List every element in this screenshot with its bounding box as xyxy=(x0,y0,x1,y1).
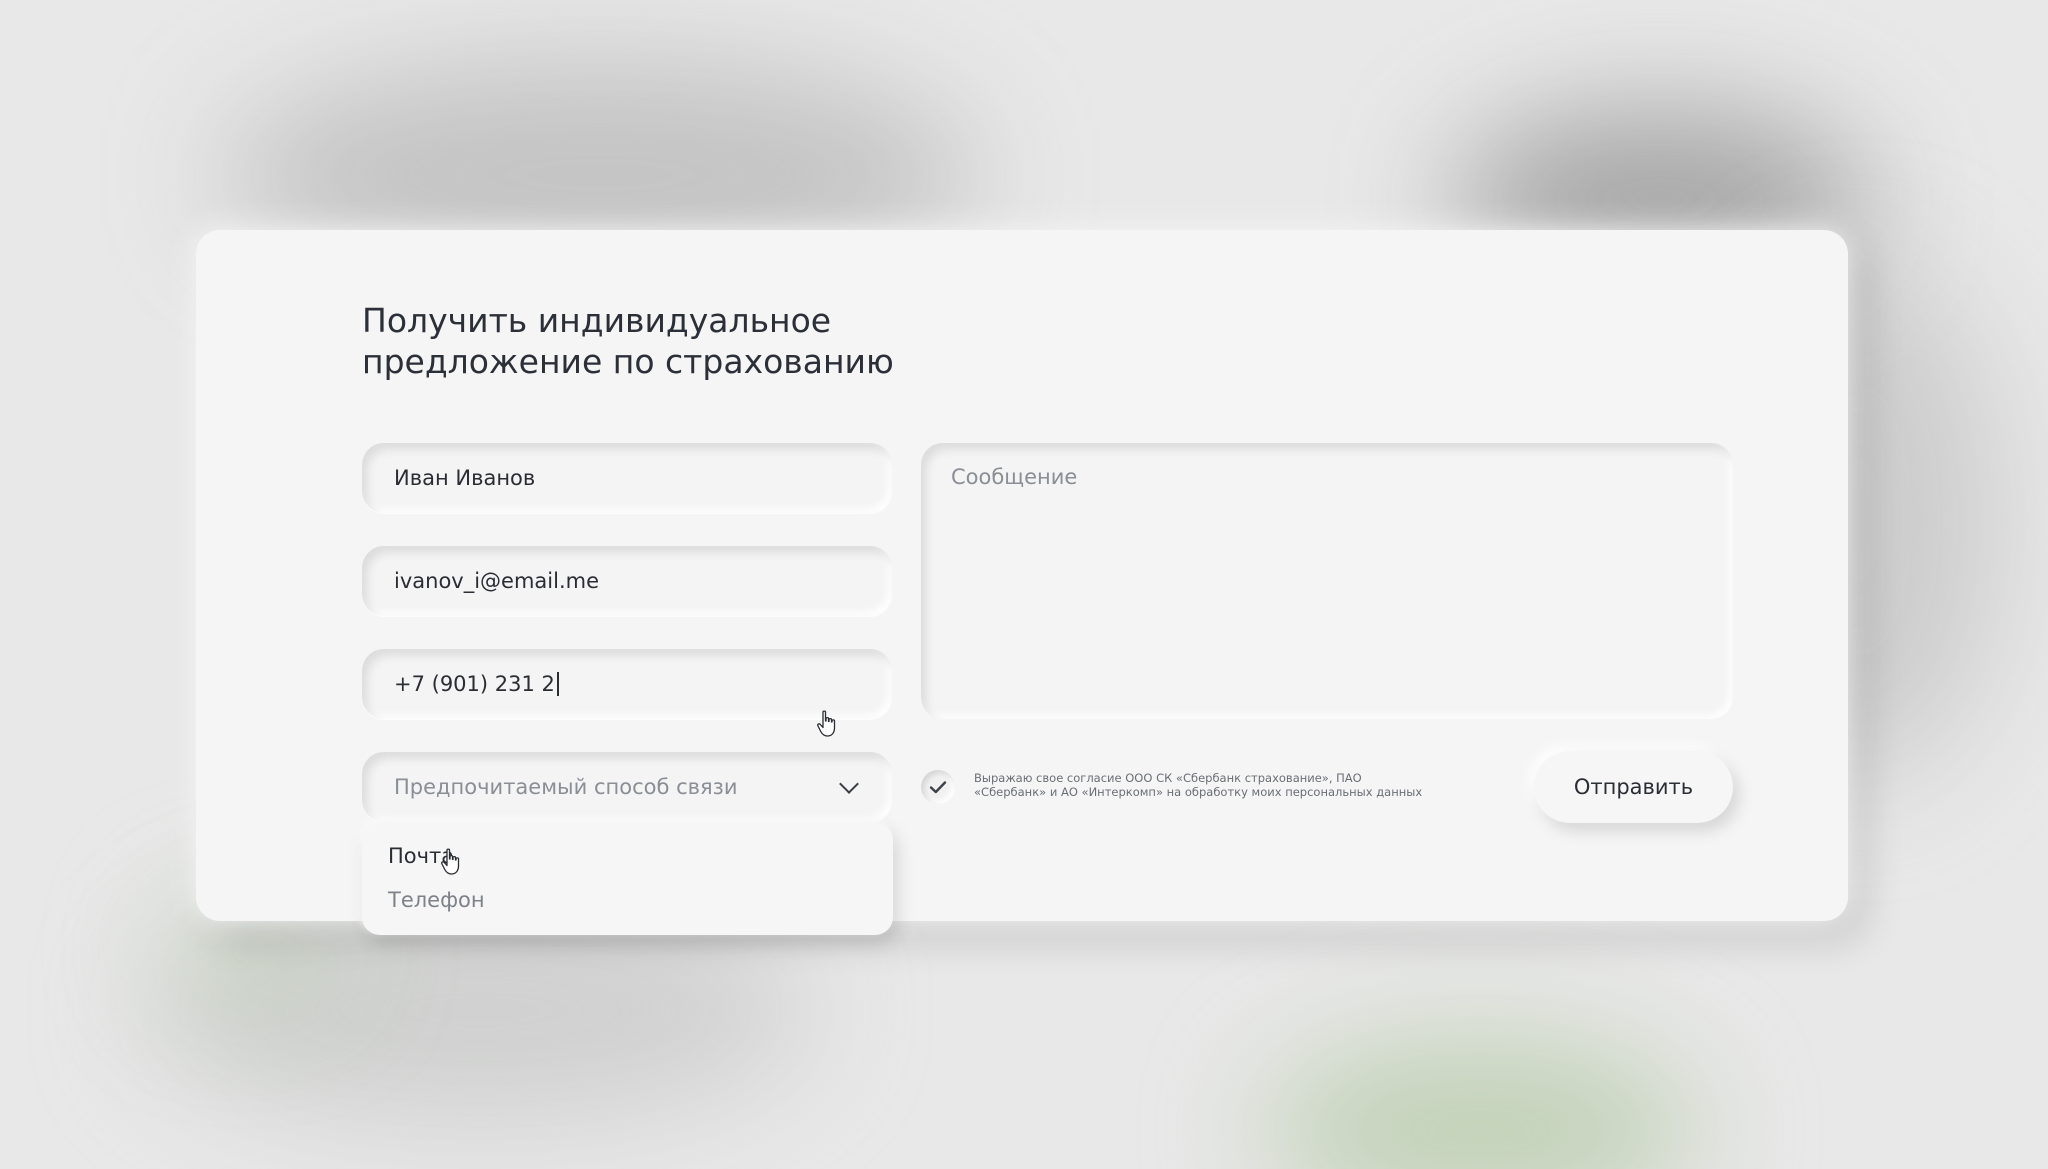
contact-method-select[interactable]: Предпочитаемый способ связи xyxy=(362,752,892,822)
text-caret xyxy=(556,672,559,696)
submit-button[interactable]: Отправить xyxy=(1534,751,1733,823)
form-title: Получить индивидуальное предложение по с… xyxy=(362,301,894,381)
hand-cursor-icon xyxy=(441,848,460,875)
option-phone[interactable]: Телефон xyxy=(388,888,485,912)
email-field-value: ivanov_i@email.me xyxy=(394,569,600,593)
name-field[interactable]: Иван Иванов xyxy=(362,443,892,513)
check-icon xyxy=(929,781,947,794)
hand-cursor-icon xyxy=(817,710,836,737)
email-field[interactable]: ivanov_i@email.me xyxy=(362,546,892,616)
contact-method-dropdown: Почта Телефон xyxy=(362,822,893,935)
chevron-down-icon[interactable] xyxy=(839,774,859,794)
name-field-value: Иван Иванов xyxy=(394,466,536,490)
message-textarea[interactable] xyxy=(921,443,1733,719)
contact-method-placeholder: Предпочитаемый способ связи xyxy=(394,775,738,799)
background-blur xyxy=(1260,1040,1700,1169)
consent-text: Выражаю свое согласие ООО СК «Сбербанк с… xyxy=(974,771,1423,799)
phone-field[interactable]: +7 (901) 231 2 xyxy=(362,649,892,719)
phone-field-value: +7 (901) 231 2 xyxy=(394,672,555,696)
consent-checkbox[interactable] xyxy=(921,770,955,804)
